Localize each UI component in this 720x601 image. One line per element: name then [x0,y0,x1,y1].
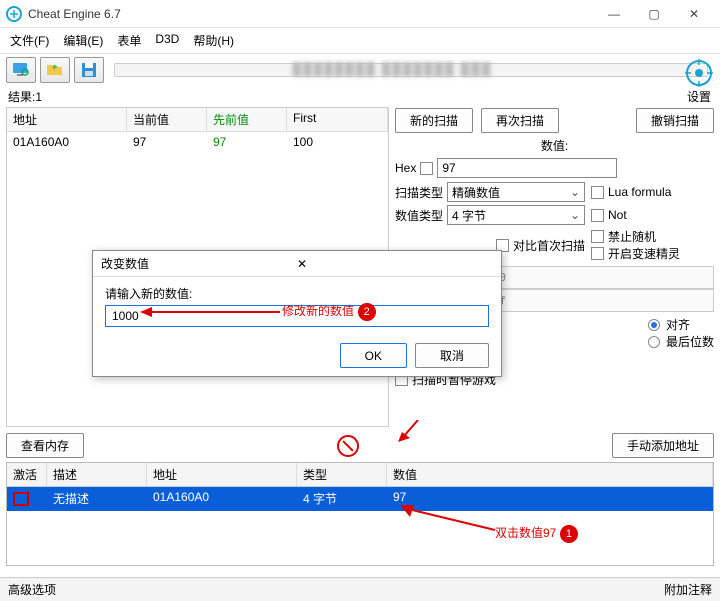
save-button[interactable] [74,57,104,83]
value-type-dropdown[interactable]: 4 字节⌄ [447,205,585,225]
menu-d3d[interactable]: D3D [155,32,179,49]
unrandomizer-label: 开启变速精灵 [608,245,680,262]
view-memory-button[interactable]: 查看内存 [6,433,84,458]
forbid-random-checkbox[interactable] [591,230,604,243]
col-desc[interactable]: 描述 [47,463,147,486]
last-digits-radio[interactable] [648,336,660,348]
col-current[interactable]: 当前值 [127,108,207,131]
monitor-search-icon [12,62,30,78]
address-table: 激活 描述 地址 类型 数值 无描述 01A160A0 4 字节 97 [6,462,714,566]
progress-bar: ████████ ███████ ███ [114,63,708,77]
close-button[interactable]: ✕ [674,2,714,26]
row-desc[interactable]: 无描述 [47,487,147,511]
dialog-ok-button[interactable]: OK [340,343,407,368]
settings-icon [684,58,714,88]
open-button[interactable] [40,57,70,83]
compare-first-label: 对比首次扫描 [513,237,585,254]
undo-scan-button[interactable]: 撤销扫描 [636,108,714,133]
not-checkbox[interactable] [591,209,604,222]
cell-previous: 97 [207,132,287,152]
align-radio[interactable] [648,319,660,331]
add-address-button[interactable]: 手动添加地址 [612,433,714,458]
col-value[interactable]: 数值 [387,463,713,486]
col-addr[interactable]: 地址 [147,463,297,486]
window-title: Cheat Engine 6.7 [28,7,594,21]
active-checkbox[interactable] [13,492,29,506]
results-header: 地址 当前值 先前值 First [7,108,388,132]
settings-label: 设置 [684,88,714,105]
align-label: 对齐 [666,316,690,333]
new-scan-button[interactable]: 新的扫描 [395,108,473,133]
dialog-cancel-button[interactable]: 取消 [415,343,489,368]
col-active[interactable]: 激活 [7,463,47,486]
col-first[interactable]: First [287,108,388,131]
hex-label: Hex [395,161,416,175]
cell-current: 97 [127,132,207,152]
lua-formula-label: Lua formula [608,185,671,199]
no-entry-icon[interactable] [337,435,359,457]
results-count: 结果:1 [0,86,720,107]
statusbar: 高级选项 附加注释 [0,577,720,601]
settings-button[interactable]: 设置 [684,58,714,105]
not-label: Not [608,208,627,222]
col-type[interactable]: 类型 [297,463,387,486]
unrandomizer-checkbox[interactable] [591,247,604,260]
row-value[interactable]: 97 [387,487,713,511]
address-table-body[interactable] [7,511,713,565]
dialog-close-button[interactable]: ✕ [297,257,493,271]
process-list-button[interactable] [6,57,36,83]
lua-formula-checkbox[interactable] [591,186,604,199]
cell-first: 100 [287,132,388,152]
menu-table[interactable]: 表单 [117,32,141,49]
dialog-value-input[interactable] [105,305,489,327]
status-left[interactable]: 高级选项 [8,581,56,598]
results-row[interactable]: 01A160A0 97 97 100 [7,132,388,152]
address-table-header: 激活 描述 地址 类型 数值 [7,463,713,487]
maximize-button[interactable]: ▢ [634,2,674,26]
menu-edit[interactable]: 编辑(E) [63,32,103,49]
floppy-icon [81,62,97,78]
menu-help[interactable]: 帮助(H) [193,32,234,49]
value-type-label: 数值类型 [395,207,443,224]
midbar: 查看内存 手动添加地址 [0,429,720,462]
dialog-prompt: 请输入新的数值: [105,285,489,302]
change-value-dialog: 改变数值 ✕ 请输入新的数值: OK 取消 [92,250,502,377]
value-input[interactable] [437,158,617,178]
row-addr[interactable]: 01A160A0 [147,487,297,511]
address-row-selected[interactable]: 无描述 01A160A0 4 字节 97 [7,487,713,511]
value-label: 数值: [541,137,568,154]
next-scan-button[interactable]: 再次扫描 [481,108,559,133]
titlebar: Cheat Engine 6.7 — ▢ ✕ [0,0,720,28]
menu-file[interactable]: 文件(F) [10,32,49,49]
app-icon [6,6,22,22]
scan-type-label: 扫描类型 [395,184,443,201]
menubar: 文件(F) 编辑(E) 表单 D3D 帮助(H) [0,28,720,54]
row-type[interactable]: 4 字节 [297,487,387,511]
cell-address: 01A160A0 [7,132,127,152]
status-right[interactable]: 附加注释 [664,581,712,598]
minimize-button[interactable]: — [594,2,634,26]
chevron-down-icon: ⌄ [570,208,580,222]
hex-checkbox[interactable] [420,162,433,175]
col-previous[interactable]: 先前值 [207,108,287,131]
dialog-title: 改变数值 [101,255,297,272]
forbid-random-label: 禁止随机 [608,228,656,245]
col-address[interactable]: 地址 [7,108,127,131]
last-digits-label: 最后位数 [666,333,714,350]
chevron-down-icon: ⌄ [570,185,580,199]
toolbar: ████████ ███████ ███ [0,54,720,86]
folder-open-icon [46,62,64,78]
scan-type-dropdown[interactable]: 精确数值⌄ [447,182,585,202]
